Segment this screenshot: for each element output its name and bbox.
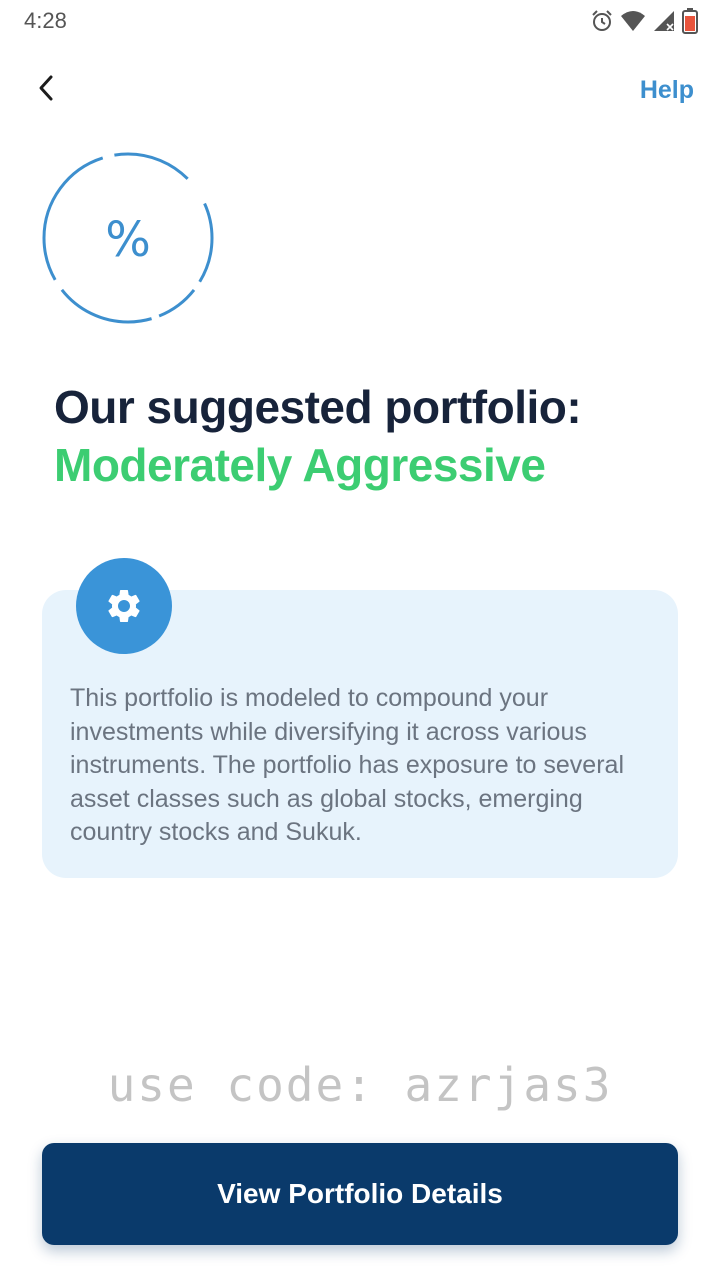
gear-icon bbox=[108, 590, 140, 622]
back-button[interactable] bbox=[28, 70, 64, 106]
view-portfolio-details-button[interactable]: View Portfolio Details bbox=[42, 1143, 678, 1245]
button-label: View Portfolio Details bbox=[217, 1178, 503, 1209]
percent-symbol: % bbox=[105, 212, 151, 268]
percent-icon: % bbox=[40, 150, 216, 326]
help-link[interactable]: Help bbox=[640, 76, 694, 105]
signal-icon bbox=[654, 11, 674, 31]
portfolio-description: This portfolio is modeled to compound yo… bbox=[70, 684, 624, 846]
status-time: 4:28 bbox=[24, 8, 67, 33]
battery-icon bbox=[682, 8, 698, 34]
page-title: Our suggested portfolio: Moderately Aggr… bbox=[54, 378, 694, 494]
gear-badge bbox=[76, 558, 172, 654]
alarm-icon bbox=[592, 10, 612, 31]
chevron-left-icon bbox=[39, 75, 53, 101]
wifi-icon bbox=[621, 11, 645, 31]
portfolio-risk-label: Moderately Aggressive bbox=[54, 439, 546, 491]
status-bar: 4:28 bbox=[0, 0, 720, 44]
promo-code-text: use code: azrjas3 bbox=[107, 1058, 613, 1112]
status-icons bbox=[590, 8, 698, 34]
title-line: Our suggested portfolio: bbox=[54, 381, 582, 433]
